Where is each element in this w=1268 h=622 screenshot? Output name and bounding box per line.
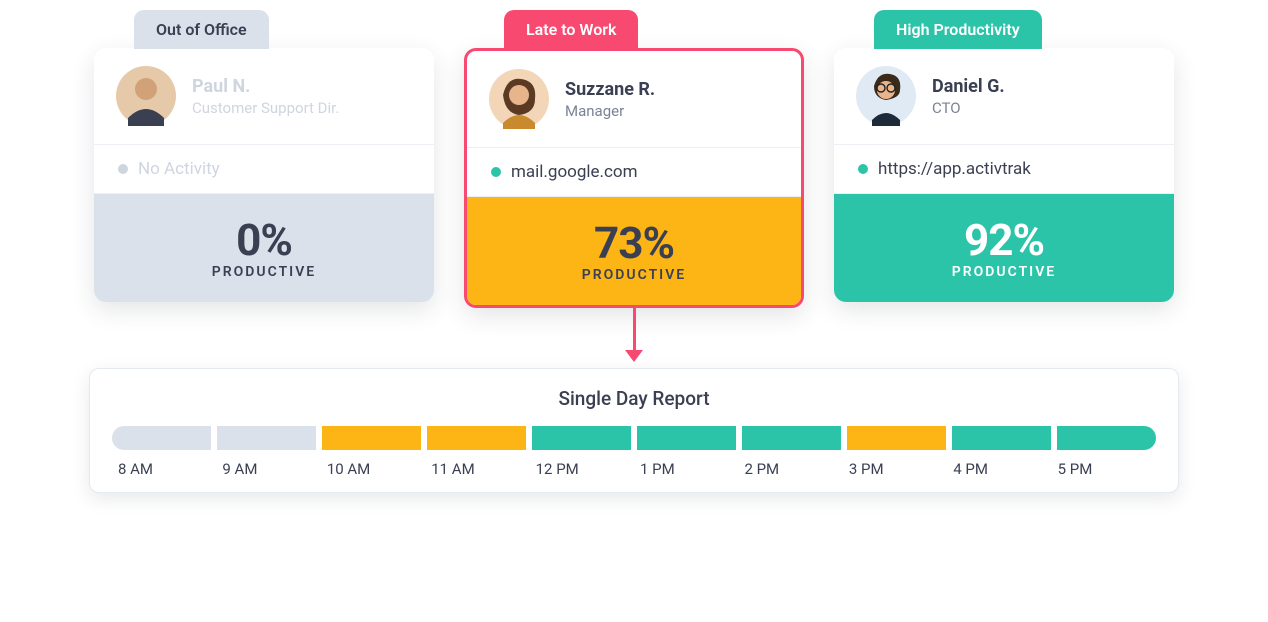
productivity-label: PRODUCTIVE xyxy=(834,264,1174,280)
productivity-label: PRODUCTIVE xyxy=(467,267,801,283)
single-day-report: Single Day Report 8 AM9 AM10 AM11 AM12 P… xyxy=(89,368,1179,493)
header-text: Daniel G. CTO xyxy=(932,76,1005,117)
employee-name: Suzzane R. xyxy=(565,79,655,100)
status-dot-icon xyxy=(491,167,501,177)
card-body: Suzzane R. Manager mail.google.com 73% P… xyxy=(464,48,804,308)
card-high-productivity[interactable]: High Productivity Daniel G. CTO https://… xyxy=(834,10,1174,302)
timeline-bar xyxy=(112,426,1156,450)
avatar xyxy=(116,66,176,126)
activity-row: mail.google.com xyxy=(467,148,801,197)
timeline-segment xyxy=(637,426,736,450)
employee-name: Paul N. xyxy=(192,76,339,97)
status-tab: Out of Office xyxy=(134,10,269,49)
productivity-metric: 0% PRODUCTIVE xyxy=(94,194,434,302)
productivity-metric: 73% PRODUCTIVE xyxy=(467,197,801,305)
time-label: 9 AM xyxy=(216,460,320,478)
timeline-segment xyxy=(427,426,526,450)
time-label: 5 PM xyxy=(1052,460,1156,478)
avatar xyxy=(856,66,916,126)
productivity-percent: 0% xyxy=(94,214,434,266)
employee-role: Customer Support Dir. xyxy=(192,99,339,117)
time-label: 1 PM xyxy=(634,460,738,478)
header-text: Suzzane R. Manager xyxy=(565,79,655,120)
status-dot-icon xyxy=(118,164,128,174)
status-tab: Late to Work xyxy=(504,10,638,49)
productivity-metric: 92% PRODUCTIVE xyxy=(834,194,1174,302)
activity-text: mail.google.com xyxy=(511,162,638,182)
card-header: Suzzane R. Manager xyxy=(467,51,801,148)
avatar xyxy=(489,69,549,129)
cards-row: Out of Office Paul N. Customer Support D… xyxy=(0,0,1268,308)
productivity-percent: 73% xyxy=(467,217,801,269)
activity-text: No Activity xyxy=(138,159,220,179)
time-label: 12 PM xyxy=(530,460,634,478)
timeline-segment xyxy=(742,426,841,450)
timeline-segment xyxy=(1057,426,1156,450)
time-label: 10 AM xyxy=(321,460,425,478)
time-label: 2 PM xyxy=(738,460,842,478)
time-label: 11 AM xyxy=(425,460,529,478)
card-header: Paul N. Customer Support Dir. xyxy=(94,48,434,145)
time-label: 4 PM xyxy=(947,460,1051,478)
activity-row: https://app.activtrak xyxy=(834,145,1174,194)
activity-row: No Activity xyxy=(94,145,434,194)
employee-role: CTO xyxy=(932,99,1005,117)
employee-role: Manager xyxy=(565,102,655,120)
productivity-label: PRODUCTIVE xyxy=(94,264,434,280)
time-label: 3 PM xyxy=(843,460,947,478)
timeline-segment xyxy=(532,426,631,450)
card-out-of-office[interactable]: Out of Office Paul N. Customer Support D… xyxy=(94,10,434,302)
report-title: Single Day Report xyxy=(112,387,1156,410)
employee-name: Daniel G. xyxy=(932,76,1005,97)
timeline-segment xyxy=(217,426,316,450)
status-dot-icon xyxy=(858,164,868,174)
timeline-labels: 8 AM9 AM10 AM11 AM12 PM1 PM2 PM3 PM4 PM5… xyxy=(112,460,1156,478)
timeline-segment xyxy=(952,426,1051,450)
productivity-percent: 92% xyxy=(834,214,1174,266)
activity-text: https://app.activtrak xyxy=(878,159,1031,179)
header-text: Paul N. Customer Support Dir. xyxy=(192,76,339,117)
timeline-segment xyxy=(112,426,211,450)
time-label: 8 AM xyxy=(112,460,216,478)
card-late-to-work[interactable]: Late to Work Suzzane R. Manager mail.goo… xyxy=(464,10,804,308)
status-tab: High Productivity xyxy=(874,10,1042,49)
card-body: Daniel G. CTO https://app.activtrak 92% … xyxy=(834,48,1174,302)
timeline-segment xyxy=(322,426,421,450)
card-header: Daniel G. CTO xyxy=(834,48,1174,145)
card-body: Paul N. Customer Support Dir. No Activit… xyxy=(94,48,434,302)
timeline-segment xyxy=(847,426,946,450)
